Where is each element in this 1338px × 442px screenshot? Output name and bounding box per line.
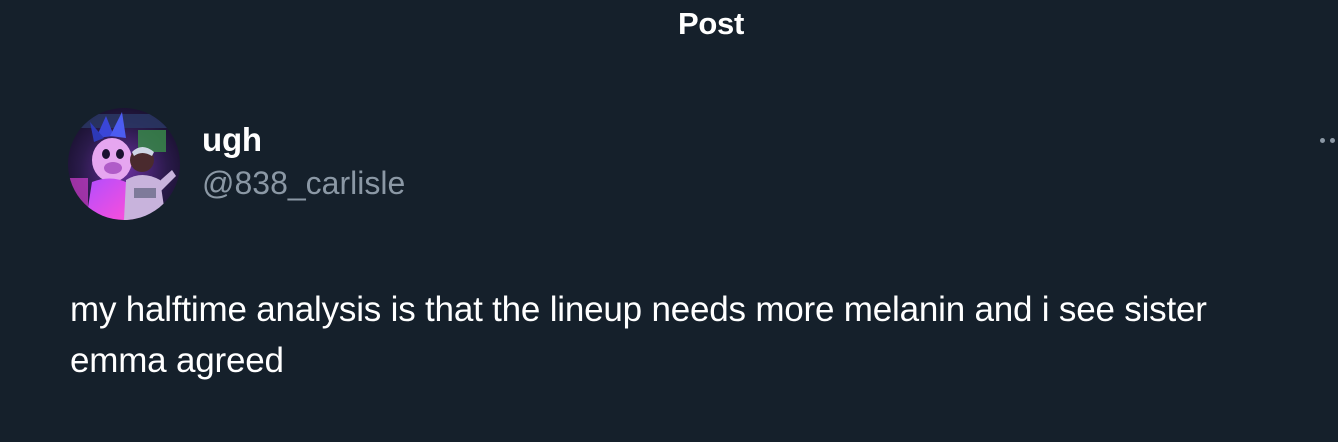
page-title: Post: [678, 6, 744, 41]
post-text: my halftime analysis is that the lineup …: [70, 290, 1207, 380]
avatar-image: [68, 108, 180, 220]
author-display-name[interactable]: ugh: [202, 121, 262, 159]
author-handle[interactable]: @838_carlisle: [202, 165, 405, 202]
more-dot: [1320, 138, 1325, 143]
more-dot: [1330, 138, 1335, 143]
avatar[interactable]: [68, 108, 180, 220]
more-horizontal-icon[interactable]: [1316, 128, 1338, 152]
